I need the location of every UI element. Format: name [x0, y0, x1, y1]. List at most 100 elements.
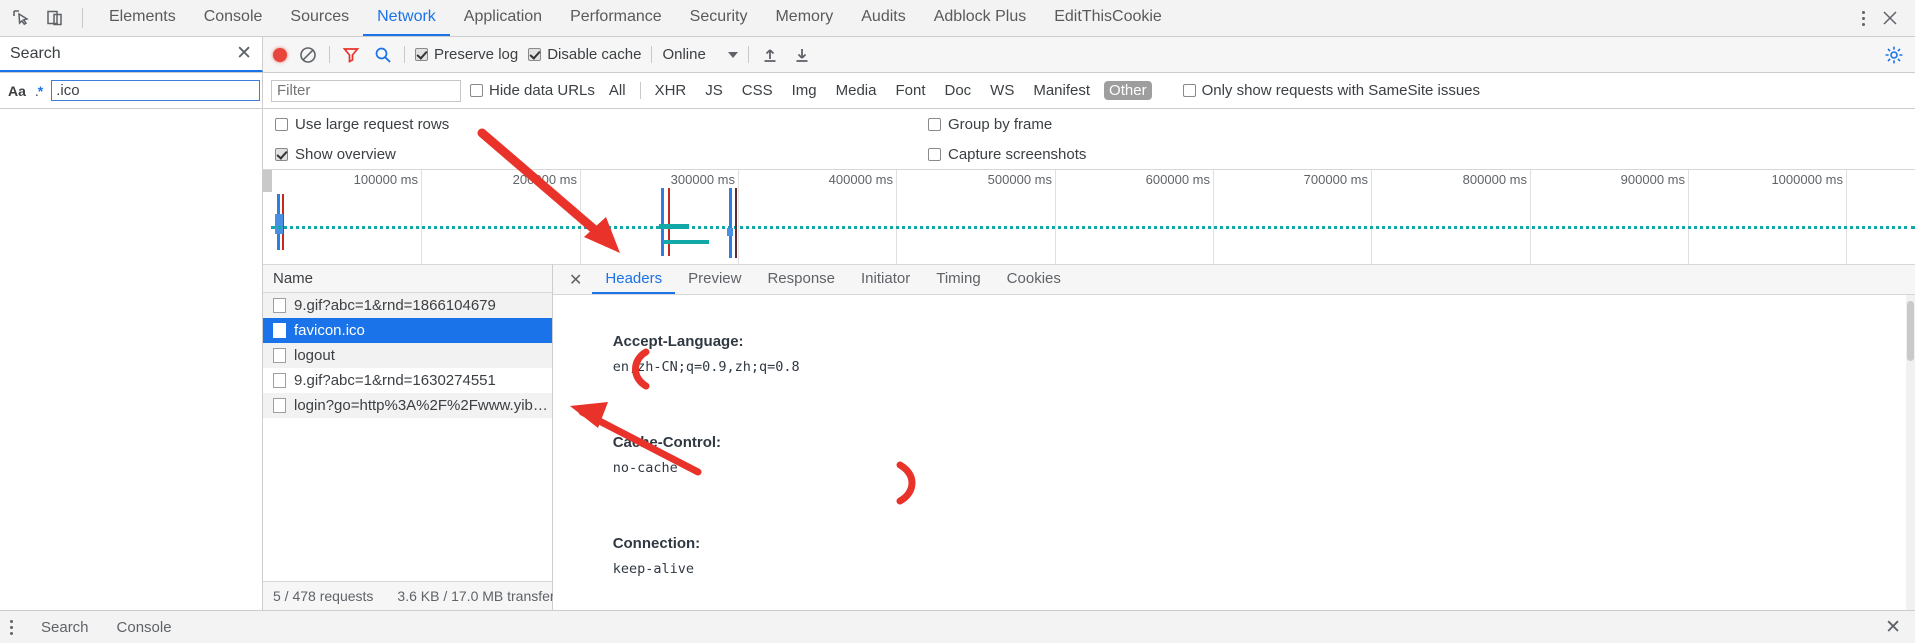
chevron-down-icon[interactable]: [727, 51, 738, 58]
filter-type-ws[interactable]: WS: [985, 81, 1019, 100]
filter-type-manifest[interactable]: Manifest: [1028, 81, 1095, 100]
disable-cache-label: Disable cache: [547, 46, 642, 63]
tab-elements[interactable]: Elements: [95, 0, 190, 36]
filter-funnel-icon[interactable]: [340, 44, 362, 66]
detail-tab-timing[interactable]: Timing: [923, 265, 993, 294]
inspect-element-icon[interactable]: [10, 7, 32, 29]
export-har-icon[interactable]: [791, 44, 813, 66]
detail-tab-cookies[interactable]: Cookies: [994, 265, 1074, 294]
device-toolbar-icon[interactable]: [44, 7, 66, 29]
samesite-box[interactable]: [1182, 84, 1196, 97]
headers-body: Accept-Language: en,zh-CN;q=0.9,zh;q=0.8…: [553, 295, 1915, 610]
detail-scrollbar[interactable]: [1906, 295, 1915, 610]
clear-requests-icon[interactable]: [297, 44, 319, 66]
request-column-header[interactable]: Name: [263, 264, 552, 293]
tab-performance[interactable]: Performance: [556, 0, 676, 36]
request-row-1[interactable]: favicon.ico: [263, 318, 552, 343]
detail-tab-headers[interactable]: Headers: [592, 265, 676, 294]
show-overview-box[interactable]: [275, 147, 288, 161]
file-icon: [273, 348, 286, 363]
drawer-close-icon[interactable]: ✕: [1885, 618, 1915, 637]
tab-memory[interactable]: Memory: [761, 0, 847, 36]
drawer-tab-console[interactable]: Console: [103, 619, 186, 636]
capture-screenshots-checkbox[interactable]: Capture screenshots: [928, 146, 1086, 163]
filter-type-js[interactable]: JS: [700, 81, 728, 100]
tab-adblock-plus[interactable]: Adblock Plus: [920, 0, 1041, 36]
disable-cache-checkbox[interactable]: Disable cache: [528, 46, 641, 63]
group-by-frame-checkbox[interactable]: Group by frame: [928, 116, 1052, 133]
detail-tab-initiator[interactable]: Initiator: [848, 265, 923, 294]
overview-tick-label: 500000 ms: [987, 172, 1052, 187]
detail-tab-preview[interactable]: Preview: [675, 265, 754, 294]
overview-block: [659, 224, 689, 229]
request-row-0[interactable]: 9.gif?abc=1&rnd=1866104679: [263, 293, 552, 318]
close-detail-icon[interactable]: ✕: [559, 265, 592, 294]
gear-icon[interactable]: [1883, 44, 1905, 66]
hide-data-urls-checkbox[interactable]: Hide data URLs: [470, 82, 595, 99]
drawer-menu-icon[interactable]: [10, 619, 13, 635]
overview-tick: 1000000 ms: [1771, 170, 1847, 264]
filter-type-other[interactable]: Other: [1104, 81, 1152, 100]
disable-cache-box[interactable]: [528, 48, 542, 61]
tab-network[interactable]: Network: [363, 0, 450, 36]
toolbar-row-filter: Aa .* Hide data URLs All XHR JS CSS Img …: [0, 73, 1915, 109]
filter-type-css[interactable]: CSS: [737, 81, 778, 100]
overview-tick-label: 700000 ms: [1303, 172, 1368, 187]
preserve-log-box[interactable]: [415, 48, 428, 61]
filter-type-doc[interactable]: Doc: [939, 81, 976, 100]
toolbar-divider-2: [404, 46, 405, 63]
search-results-pane: [0, 264, 263, 610]
request-row-3[interactable]: 9.gif?abc=1&rnd=1630274551: [263, 368, 552, 393]
throttling-select[interactable]: Online: [662, 46, 738, 63]
samesite-checkbox[interactable]: Only show requests with SameSite issues: [1182, 82, 1480, 99]
search-panel-body-top: [0, 109, 263, 139]
capture-screenshots-box[interactable]: [928, 147, 941, 161]
file-icon: [273, 373, 286, 388]
filter-type-img[interactable]: Img: [787, 81, 822, 100]
filter-type-media[interactable]: Media: [831, 81, 882, 100]
tab-console[interactable]: Console: [190, 0, 277, 36]
drawer-tab-search[interactable]: Search: [27, 619, 103, 636]
match-case-icon[interactable]: Aa: [8, 83, 26, 99]
group-by-frame-box[interactable]: [928, 117, 941, 131]
use-large-rows-checkbox[interactable]: Use large request rows: [275, 116, 449, 133]
tab-editthiscookie[interactable]: EditThisCookie: [1040, 0, 1176, 36]
request-detail-pane: ✕ Headers Preview Response Initiator Tim…: [553, 264, 1915, 610]
request-row-2[interactable]: logout: [263, 343, 552, 368]
overview-bar: [668, 188, 670, 256]
detail-tab-response[interactable]: Response: [754, 265, 848, 294]
options-row-1-body: Use large request rows Group by frame: [263, 109, 1915, 139]
tab-security[interactable]: Security: [676, 0, 762, 36]
tab-application[interactable]: Application: [450, 0, 556, 36]
filter-type-font[interactable]: Font: [890, 81, 930, 100]
filter-type-all[interactable]: All: [604, 81, 631, 100]
close-icon[interactable]: ✕: [236, 44, 252, 63]
search-icon[interactable]: [372, 44, 394, 66]
request-row-4[interactable]: login?go=http%3A%2F%2Fwww.yiban.c...: [263, 393, 552, 418]
show-overview-checkbox[interactable]: Show overview: [275, 146, 396, 163]
more-options-icon[interactable]: [1862, 10, 1865, 26]
network-overview-timeline[interactable]: 100000 ms 200000 ms 300000 ms 400000 ms 5000…: [263, 169, 1915, 264]
devtools-tabstrip: Elements Console Sources Network Applica…: [0, 0, 1915, 37]
overview-tick: 300000 ms: [671, 170, 739, 264]
overview-block: [275, 214, 283, 234]
import-har-icon[interactable]: [759, 44, 781, 66]
hide-data-urls-box[interactable]: [470, 84, 483, 97]
overview-tick: 400000 ms: [829, 170, 897, 264]
tab-sources[interactable]: Sources: [276, 0, 363, 36]
bottom-drawer: Search Console ✕: [0, 610, 1915, 643]
detail-tabs: ✕ Headers Preview Response Initiator Tim…: [553, 264, 1915, 295]
record-button[interactable]: [273, 47, 287, 62]
preserve-log-checkbox[interactable]: Preserve log: [415, 46, 518, 63]
search-input[interactable]: [51, 80, 261, 101]
overview-tick-label: 200000 ms: [512, 172, 577, 187]
tab-audits[interactable]: Audits: [847, 0, 919, 36]
filter-input[interactable]: [271, 79, 461, 102]
request-list: 9.gif?abc=1&rnd=1866104679 favicon.ico l…: [263, 293, 552, 581]
filter-type-xhr[interactable]: XHR: [650, 81, 692, 100]
use-large-rows-box[interactable]: [275, 117, 288, 131]
regex-icon[interactable]: .*: [35, 83, 43, 99]
close-devtools-icon[interactable]: [1879, 7, 1901, 29]
scrollbar-thumb[interactable]: [1907, 301, 1914, 361]
network-filter-bar: Hide data URLs All XHR JS CSS Img Media …: [263, 73, 1915, 108]
